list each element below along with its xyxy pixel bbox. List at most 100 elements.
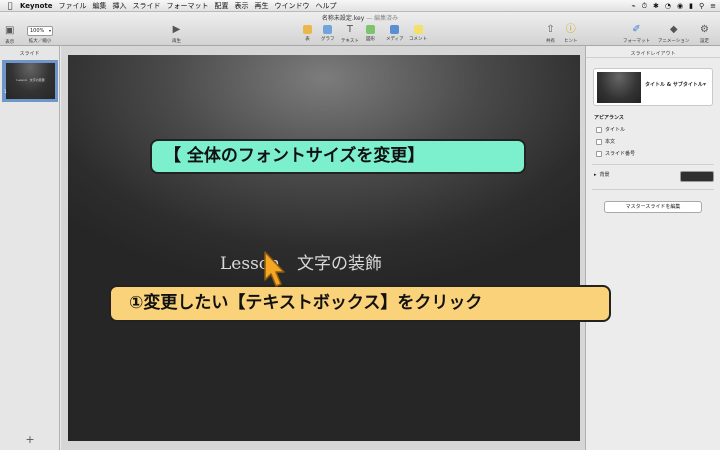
divider: [592, 189, 714, 190]
shape-button[interactable]: 図形: [366, 24, 375, 42]
search-icon[interactable]: ⚲: [699, 0, 704, 12]
document-label: 設定: [700, 39, 709, 44]
menu-help[interactable]: ヘルプ: [316, 0, 337, 12]
share-icon: ⇧: [546, 24, 555, 35]
zoom-value: 100%: [30, 28, 45, 34]
slide-thumbnail[interactable]: Lesson 文字の装飾: [6, 63, 55, 99]
zoom-select[interactable]: 100% ▾: [27, 26, 53, 36]
disclosure-triangle-icon: ▸: [594, 171, 597, 178]
layout-thumbnail: [597, 72, 641, 103]
menu-bar:  Keynote ファイル 編集 挿入 スライド フォーマット 配置 表示 再…: [0, 0, 720, 12]
add-slide-button[interactable]: +: [0, 433, 60, 446]
checkbox-slide-number-row[interactable]: スライド番号: [596, 150, 635, 157]
checkbox-slide-number-label: スライド番号: [605, 151, 636, 157]
document-title: 名称未設定.key — 編集済み: [0, 13, 720, 22]
menu-file[interactable]: ファイル: [59, 0, 87, 12]
callout-step-instruction: ①変更したい【テキストボックス】をクリック: [109, 285, 611, 322]
menu-view[interactable]: 表示: [235, 0, 249, 12]
comment-icon: [413, 25, 423, 34]
zoom-control[interactable]: 100% ▾ 拡大／縮小: [27, 26, 53, 44]
view-icon: ▣: [5, 25, 15, 36]
slide-thumbnail-selection[interactable]: Lesson 文字の装飾 1: [2, 60, 58, 102]
animate-label: アニメーション: [658, 39, 690, 44]
view-button[interactable]: ▣ 表示: [5, 25, 14, 45]
menu-edit[interactable]: 編集: [93, 0, 107, 12]
diamond-icon: ◆: [669, 24, 678, 35]
zoom-label: 拡大／縮小: [28, 39, 52, 44]
background-color-well[interactable]: [680, 171, 714, 182]
checkbox-body-label: 本文: [605, 139, 616, 145]
media-icon: [390, 25, 400, 34]
chart-icon: [323, 25, 333, 34]
checkbox-slide-number[interactable]: [596, 150, 602, 157]
toolbar: 名称未設定.key — 編集済み ▣ 表示 100% ▾ 拡大／縮小 ▶ 再生 …: [0, 12, 720, 46]
checkbox-body-row[interactable]: 本文: [596, 138, 615, 145]
tips-label: ヒント: [564, 39, 578, 44]
cursor-arrow-icon: [264, 251, 285, 287]
tips-button[interactable]: ⓘ ヒント: [564, 24, 578, 44]
menu-arrange[interactable]: 配置: [215, 0, 229, 12]
menu-play[interactable]: 再生: [255, 0, 269, 12]
menu-insert[interactable]: 挿入: [113, 0, 127, 12]
slide-text-box[interactable]: Lesson 文字の装飾: [220, 249, 440, 274]
slide-canvas: Lesson 文字の装飾: [61, 46, 585, 450]
text-icon: T: [346, 24, 353, 35]
shape-icon: [366, 25, 375, 34]
checkbox-title-label: タイトル: [605, 127, 626, 133]
status-icon-4[interactable]: ◔: [665, 0, 671, 12]
help-icon: ⓘ: [565, 24, 576, 35]
comment-button[interactable]: コメント: [409, 24, 427, 42]
slide[interactable]: Lesson 文字の装飾: [68, 55, 580, 441]
inspector-panel: スライドレイアウト タイトル & サブタイトル ▾ アピアランス タイトル 本文…: [585, 46, 720, 450]
gear-icon: ⚙: [700, 24, 709, 35]
menu-app-name[interactable]: Keynote: [20, 0, 53, 12]
document-status: — 編集済み: [366, 15, 399, 22]
slide-number: 1: [4, 89, 7, 94]
battery-icon[interactable]: ▮: [689, 0, 693, 12]
chart-button[interactable]: グラフ: [321, 24, 335, 42]
share-button[interactable]: ⇧ 共有: [546, 24, 555, 44]
slide-thumbnail-text: Lesson 文字の装飾: [16, 78, 45, 82]
text-label: テキスト: [341, 39, 359, 44]
format-button[interactable]: ✐ フォーマット: [623, 24, 650, 44]
play-icon: ▶: [172, 24, 181, 35]
background-disclosure[interactable]: ▸ 背景: [594, 171, 610, 179]
table-button[interactable]: 表: [303, 24, 312, 42]
media-label: メディア: [386, 37, 404, 42]
document-button[interactable]: ⚙ 設定: [700, 24, 709, 44]
play-button[interactable]: ▶ 再生: [172, 24, 181, 44]
view-label: 表示: [5, 40, 15, 45]
status-icons: ⌁ ⏱ ✱ ◔ ◉ ▮ ⚲ ≡: [631, 0, 716, 12]
list-icon[interactable]: ≡: [710, 0, 716, 12]
checkbox-title-row[interactable]: タイトル: [596, 126, 625, 133]
status-icon-2[interactable]: ⏱: [642, 0, 647, 12]
table-icon: [303, 25, 312, 34]
chevron-down-icon: ▾: [48, 28, 51, 33]
shape-label: 図形: [366, 37, 375, 42]
layout-name: タイトル & サブタイトル: [645, 82, 703, 88]
background-label: 背景: [599, 172, 610, 178]
inspector-title: スライドレイアウト: [586, 46, 720, 58]
layout-selector[interactable]: タイトル & サブタイトル ▾: [593, 68, 713, 106]
menu-format[interactable]: フォーマット: [167, 0, 209, 12]
menu-slide[interactable]: スライド: [133, 0, 161, 12]
chart-label: グラフ: [321, 37, 335, 42]
apple-icon[interactable]: : [4, 0, 16, 12]
menu-window[interactable]: ウインドウ: [275, 0, 310, 12]
table-label: 表: [305, 37, 310, 42]
callout-title-banner: 【 全体のフォントサイズを変更】: [150, 139, 526, 174]
checkbox-body[interactable]: [596, 138, 602, 145]
comment-label: コメント: [409, 37, 427, 42]
format-label: フォーマット: [623, 39, 650, 44]
media-button[interactable]: メディア: [386, 24, 404, 42]
status-icon-1[interactable]: ⌁: [631, 0, 635, 12]
edit-master-slide-button[interactable]: マスタースライドを編集: [604, 201, 702, 213]
share-label: 共有: [546, 39, 555, 44]
status-icon-3[interactable]: ✱: [653, 0, 659, 12]
play-label: 再生: [172, 39, 181, 44]
animate-button[interactable]: ◆ アニメーション: [658, 24, 689, 44]
wifi-icon[interactable]: ◉: [677, 0, 683, 12]
slide-navigator-title: スライド: [19, 51, 40, 57]
text-button[interactable]: T テキスト: [341, 24, 359, 44]
checkbox-title[interactable]: [596, 126, 602, 133]
